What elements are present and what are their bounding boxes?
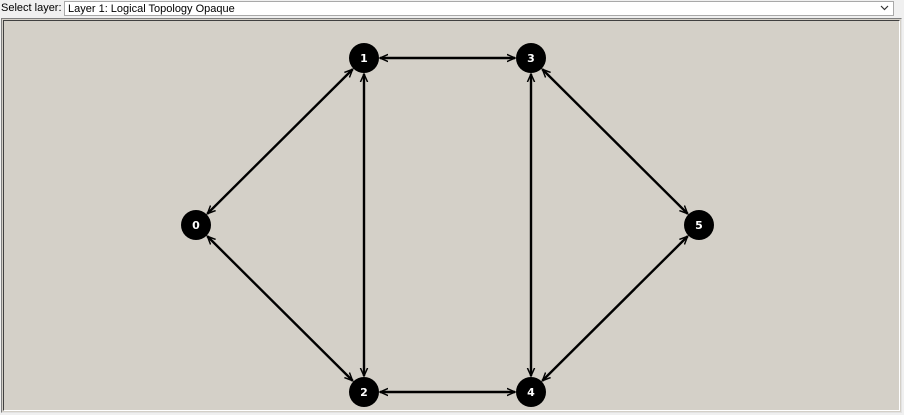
chevron-down-icon xyxy=(880,5,889,11)
node-5[interactable]: 5 xyxy=(684,210,714,240)
layer-select-label: Select layer: xyxy=(1,2,62,14)
topology-graph[interactable]: 0 1 2 3 4 5 xyxy=(4,21,899,410)
node-label: 0 xyxy=(192,219,200,232)
topology-canvas[interactable]: 0 1 2 3 4 5 xyxy=(3,20,900,411)
node-0[interactable]: 0 xyxy=(181,210,211,240)
layer-toolbar: Select layer: Layer 1: Logical Topology … xyxy=(0,0,904,18)
link-0-2[interactable] xyxy=(207,236,352,380)
node-label: 1 xyxy=(360,52,368,65)
dropdown-button[interactable] xyxy=(876,2,893,15)
node-3[interactable]: 3 xyxy=(516,43,546,73)
node-4[interactable]: 4 xyxy=(516,377,546,407)
node-label: 3 xyxy=(527,52,535,65)
link-3-5[interactable] xyxy=(542,69,687,213)
node-1[interactable]: 1 xyxy=(349,43,379,73)
link-4-5[interactable] xyxy=(542,236,687,380)
node-label: 4 xyxy=(527,386,535,399)
node-2[interactable]: 2 xyxy=(349,377,379,407)
topology-canvas-frame: 0 1 2 3 4 5 xyxy=(1,18,902,413)
node-label: 2 xyxy=(360,386,368,399)
node-label: 5 xyxy=(695,219,703,232)
link-0-1[interactable] xyxy=(207,69,352,213)
layer-select-value: Layer 1: Logical Topology Opaque xyxy=(68,3,235,15)
layer-select-dropdown[interactable]: Layer 1: Logical Topology Opaque xyxy=(64,1,894,16)
